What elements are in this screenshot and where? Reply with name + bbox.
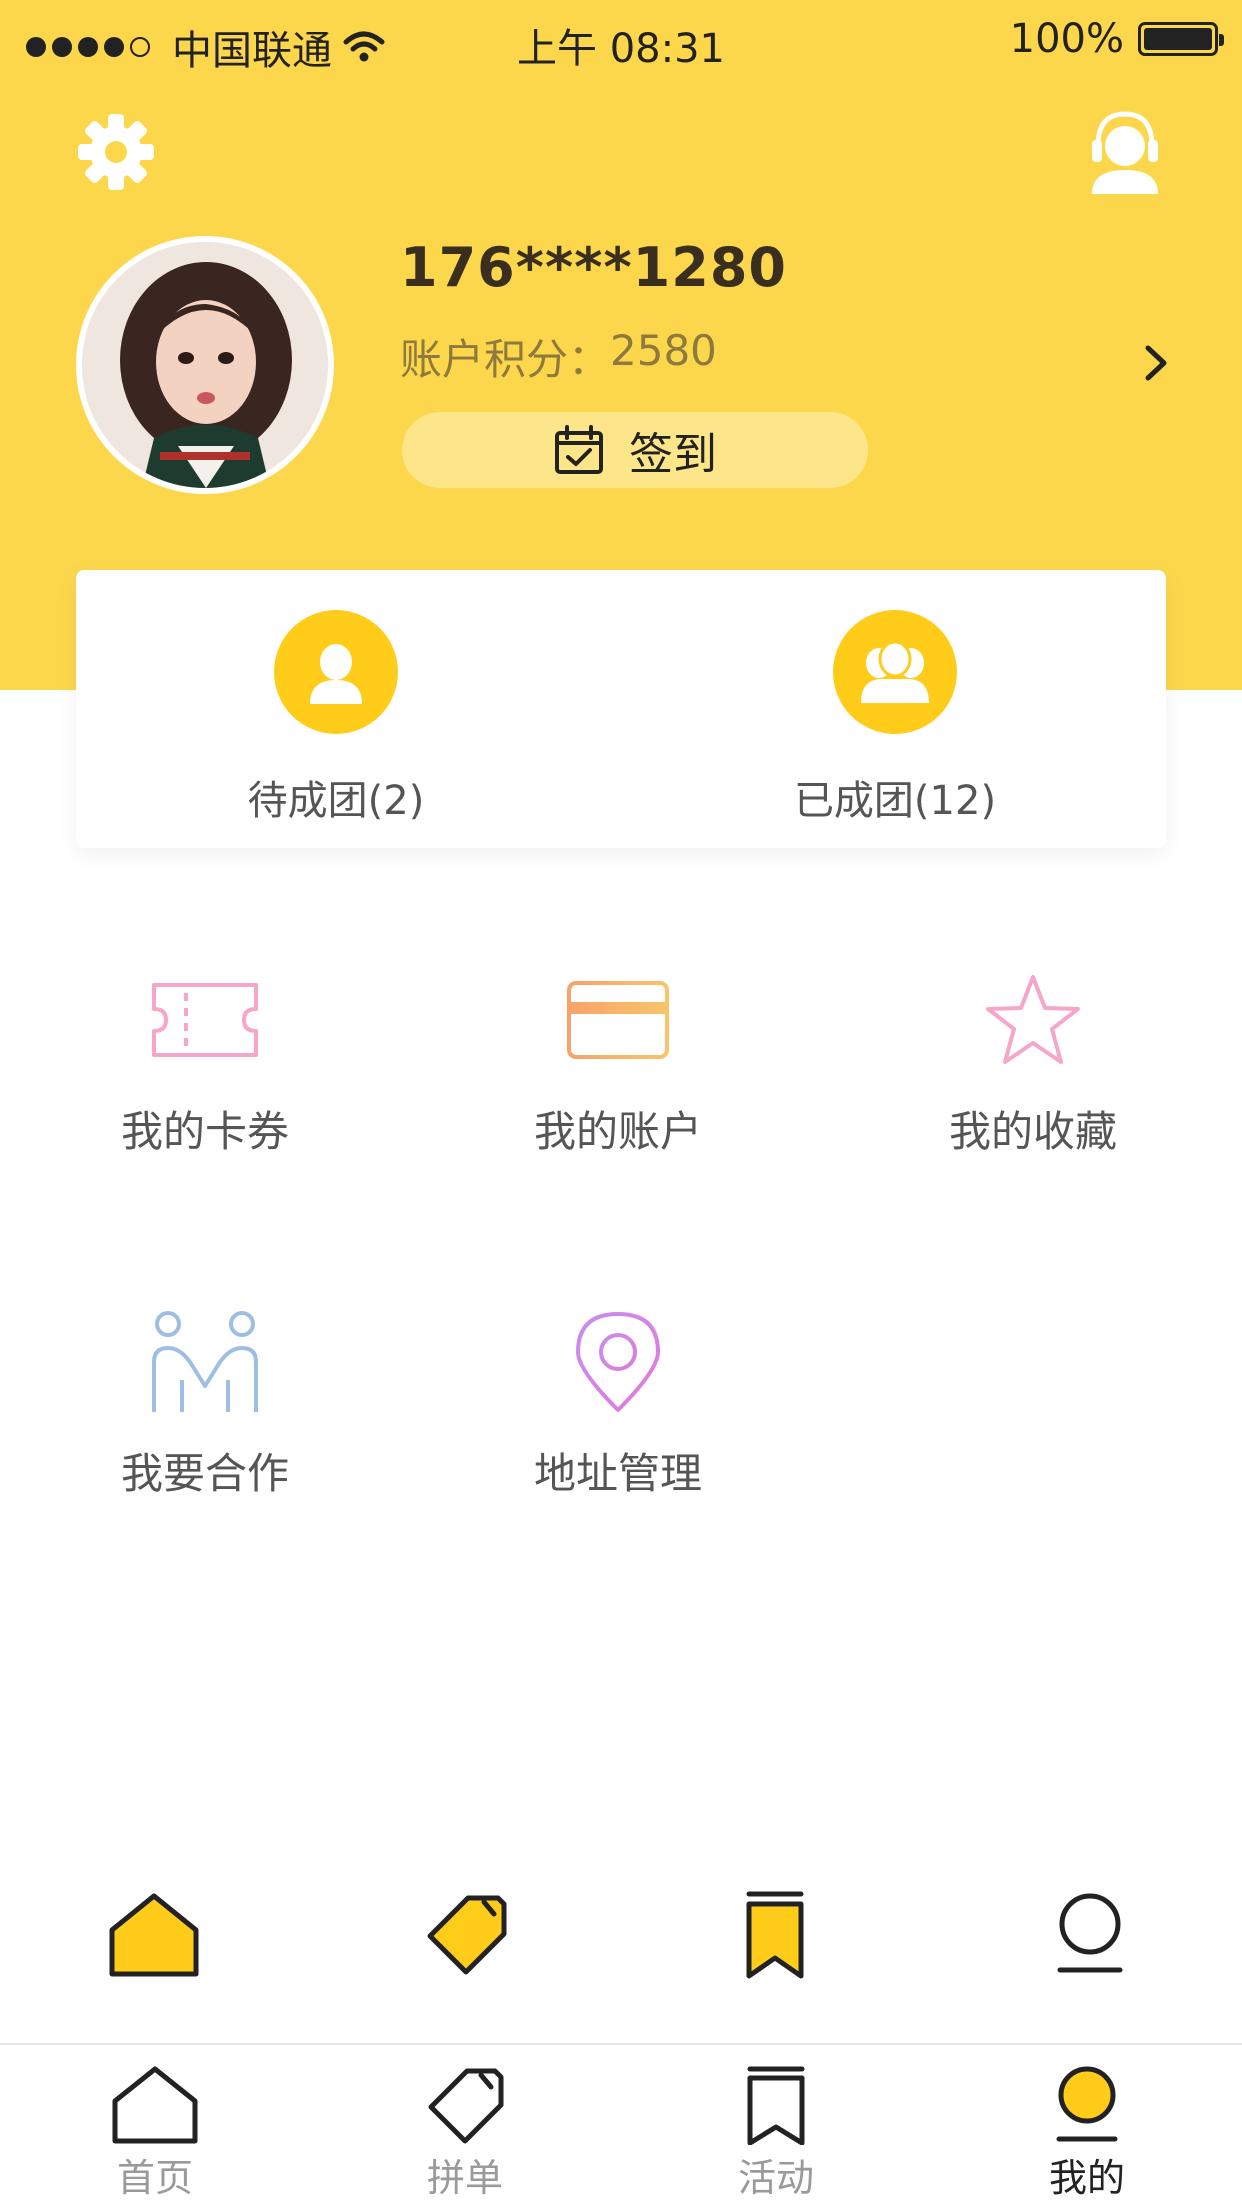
tag-filled-icon bbox=[427, 1895, 507, 1975]
customer-service-icon[interactable] bbox=[1088, 110, 1162, 194]
my-account-label: 我的账户 bbox=[533, 1107, 702, 1156]
home-filled-icon bbox=[109, 1893, 199, 1977]
pending-group-label: 待成团(2) bbox=[247, 778, 425, 824]
tab-mine-label: 我的 bbox=[1048, 2156, 1125, 2200]
user-phone-number: 176****1280 bbox=[400, 236, 787, 299]
tab-activity[interactable]: 活动 bbox=[676, 2065, 876, 2202]
location-pin-icon bbox=[468, 1312, 768, 1412]
star-icon bbox=[883, 970, 1183, 1070]
tab-group-buy-label: 拼单 bbox=[426, 2156, 503, 2200]
points-label: 账户积分： bbox=[400, 335, 611, 384]
coupon-ticket-icon bbox=[55, 970, 355, 1070]
multi-user-icon bbox=[833, 610, 957, 734]
my-coupons-item[interactable]: 我的卡券 bbox=[55, 970, 355, 1159]
tag-outline-icon bbox=[428, 2068, 504, 2144]
account-points: 账户积分： 2580 bbox=[400, 326, 717, 387]
group-status-card: 待成团(2) 已成团(12) bbox=[76, 570, 1166, 848]
status-right: 100% bbox=[1009, 16, 1224, 62]
battery-icon bbox=[1138, 22, 1224, 56]
battery-percent: 100% bbox=[1009, 16, 1124, 62]
bookmark-outline-icon bbox=[747, 2066, 805, 2145]
points-value: 2580 bbox=[610, 326, 717, 375]
my-account-item[interactable]: 我的账户 bbox=[468, 970, 768, 1159]
cooperation-item[interactable]: 我要合作 bbox=[55, 1311, 355, 1501]
completed-group-label: 已成团(12) bbox=[793, 778, 997, 824]
chevron-right-icon[interactable] bbox=[1136, 340, 1176, 386]
calendar-check-icon bbox=[555, 425, 603, 474]
tab-home-label: 首页 bbox=[116, 2156, 193, 2200]
home-outline-icon bbox=[112, 2066, 198, 2144]
tab-group-buy[interactable]: 拼单 bbox=[365, 2065, 565, 2202]
address-management-item[interactable]: 地址管理 bbox=[468, 1312, 768, 1501]
avatar-photo bbox=[82, 242, 328, 488]
status-bar: 中国联通 上午 08:31 100% bbox=[0, 0, 1242, 84]
single-user-icon bbox=[274, 610, 398, 734]
my-coupons-label: 我的卡券 bbox=[120, 1107, 289, 1156]
tab-mine[interactable]: 我的 bbox=[987, 2065, 1187, 2202]
tab-home[interactable]: 首页 bbox=[55, 2065, 255, 2202]
address-management-label: 地址管理 bbox=[533, 1449, 702, 1498]
credit-card-icon bbox=[468, 970, 768, 1070]
user-avatar[interactable] bbox=[76, 236, 334, 494]
pending-group-item[interactable]: 待成团(2) bbox=[186, 610, 486, 826]
settings-gear-icon[interactable] bbox=[76, 112, 156, 192]
bookmark-filled-icon bbox=[746, 1891, 804, 1979]
checkin-button[interactable]: 签到 bbox=[402, 412, 868, 488]
bottom-tab-bar: 首页 拼单 活动 我的 bbox=[0, 2043, 1242, 2208]
tab-activity-label: 活动 bbox=[737, 2156, 814, 2200]
completed-group-item[interactable]: 已成团(12) bbox=[745, 610, 1045, 826]
profile-filled-icon bbox=[1056, 2066, 1118, 2142]
my-favorites-label: 我的收藏 bbox=[948, 1107, 1117, 1156]
partners-icon bbox=[55, 1311, 355, 1412]
profile-outline-icon bbox=[1057, 1893, 1123, 1973]
checkin-label: 签到 bbox=[629, 429, 717, 480]
cooperation-label: 我要合作 bbox=[120, 1449, 289, 1498]
my-favorites-item[interactable]: 我的收藏 bbox=[883, 970, 1183, 1159]
